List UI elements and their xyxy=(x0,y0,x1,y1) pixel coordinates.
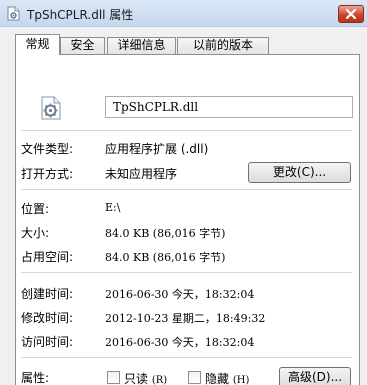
tab-security[interactable]: 安全 xyxy=(60,37,105,54)
created-value: 2016-06-30 今天，18:32:04 xyxy=(105,288,255,301)
accessed-value: 2016-06-30 今天，18:32:04 xyxy=(105,336,255,349)
separator xyxy=(21,357,352,358)
advanced-button[interactable]: 高级(D)... xyxy=(279,367,351,385)
size-label: 大小: xyxy=(21,226,50,240)
hidden-label: 隐藏 (H) xyxy=(205,372,250,385)
dll-file-icon xyxy=(6,6,21,21)
dialog-body: 常规 安全 详细信息 以前的版本 TpShCPLR.dll 文件类型: 应用程序… xyxy=(0,27,367,385)
hidden-checkbox[interactable]: 隐藏 (H) xyxy=(188,371,258,385)
separator xyxy=(21,272,352,273)
modified-label: 修改时间: xyxy=(21,311,74,325)
read-only-label: 只读 (R) xyxy=(124,372,168,385)
tab-general[interactable]: 常规 xyxy=(15,34,60,55)
file-type-value: 应用程序扩展 (.dll) xyxy=(105,142,209,156)
attributes-label: 属性: xyxy=(21,371,50,385)
opens-with-label: 打开方式: xyxy=(21,167,74,181)
close-icon xyxy=(346,9,356,19)
general-panel: TpShCPLR.dll 文件类型: 应用程序扩展 (.dll) 打开方式: 未… xyxy=(15,54,360,385)
separator xyxy=(21,130,352,131)
tab-details[interactable]: 详细信息 xyxy=(107,37,176,54)
close-button[interactable] xyxy=(338,5,364,23)
checkbox-box[interactable] xyxy=(188,371,201,384)
opens-with-value: 未知应用程序 xyxy=(105,167,178,181)
change-button[interactable]: 更改(C)... xyxy=(248,162,351,183)
size-on-disk-label: 占用空间: xyxy=(21,250,74,264)
file-name-input[interactable]: TpShCPLR.dll xyxy=(105,96,353,118)
read-only-checkbox[interactable]: 只读 (R) xyxy=(107,371,177,385)
location-value: E:\ xyxy=(105,201,121,214)
size-value: 84.0 KB (86,016 字节) xyxy=(105,227,226,240)
tab-previous-versions[interactable]: 以前的版本 xyxy=(177,37,269,54)
title-bar[interactable]: TpShCPLR.dll 属性 xyxy=(0,0,367,27)
modified-value: 2012-10-23 星期二，18:49:32 xyxy=(105,312,266,325)
separator xyxy=(21,189,352,190)
dll-file-icon xyxy=(38,95,64,121)
window-title: TpShCPLR.dll 属性 xyxy=(27,8,134,22)
size-on-disk-value: 84.0 KB (86,016 字节) xyxy=(105,251,226,264)
created-label: 创建时间: xyxy=(21,287,74,301)
checkbox-box[interactable] xyxy=(107,371,120,384)
location-label: 位置: xyxy=(21,202,50,216)
file-type-label: 文件类型: xyxy=(21,142,74,156)
accessed-label: 访问时间: xyxy=(21,335,74,349)
